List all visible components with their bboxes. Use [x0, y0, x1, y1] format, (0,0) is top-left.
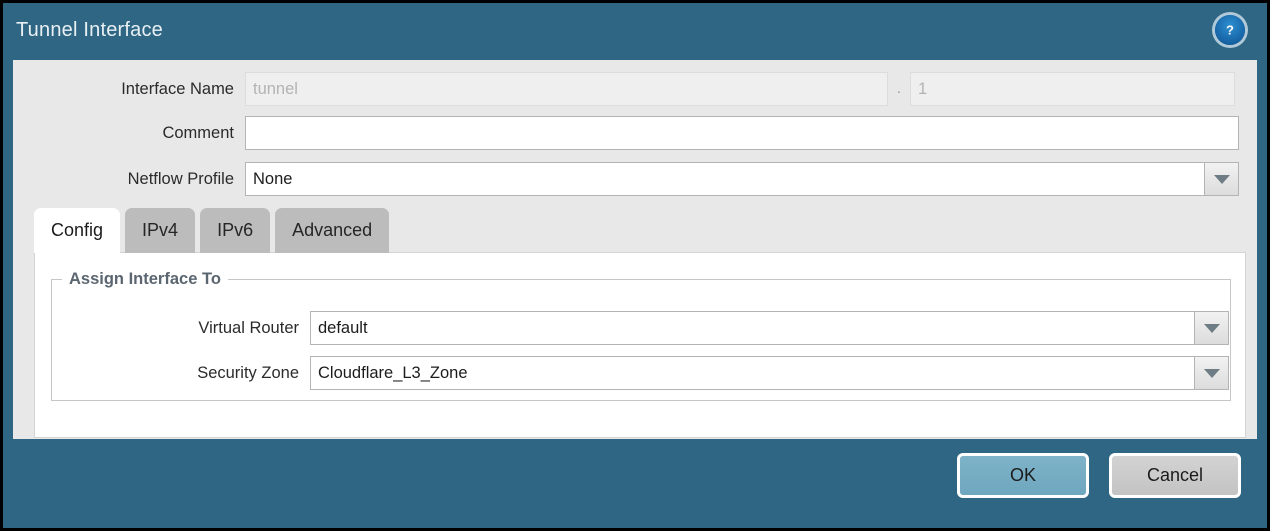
security-zone-dropdown-button[interactable] [1195, 356, 1229, 390]
virtual-router-dropdown-button[interactable] [1195, 311, 1229, 345]
interface-name-label: Interface Name [121, 79, 234, 98]
netflow-profile-row: Netflow Profile None [13, 162, 1257, 196]
tab-ipv4[interactable]: IPv4 [125, 208, 196, 253]
security-zone-input[interactable]: Cloudflare_L3_Zone [310, 356, 1195, 390]
security-zone-row: Security Zone Cloudflare_L3_Zone [52, 356, 1230, 390]
netflow-profile-input[interactable]: None [245, 162, 1205, 196]
interface-name-prefix-input[interactable]: tunnel [245, 72, 888, 106]
assign-interface-to-legend: Assign Interface To [69, 270, 221, 288]
comment-label: Comment [162, 123, 234, 142]
config-tab-panel: Assign Interface To Virtual Router defau… [34, 252, 1246, 438]
interface-name-suffix-input[interactable]: 1 [910, 72, 1235, 106]
dialog-title: Tunnel Interface [16, 18, 163, 41]
interface-name-row: Interface Name tunnel . 1 [13, 72, 1257, 106]
tab-ipv6[interactable]: IPv6 [200, 208, 271, 253]
interface-name-separator: . [896, 80, 902, 97]
assign-interface-to-fieldset: Assign Interface To Virtual Router defau… [51, 270, 1231, 401]
tunnel-interface-dialog: Tunnel Interface ? Interface Name tunnel… [0, 0, 1270, 531]
chevron-down-icon [1203, 323, 1220, 333]
help-circle-icon[interactable]: ? [1215, 15, 1245, 45]
tab-strip: Config IPv4 IPv6 Advanced [34, 208, 394, 253]
chevron-down-icon [1203, 368, 1220, 378]
netflow-profile-label: Netflow Profile [127, 169, 234, 188]
comment-row: Comment [13, 116, 1257, 150]
security-zone-label: Security Zone [197, 363, 299, 382]
virtual-router-input[interactable]: default [310, 311, 1195, 345]
tab-config[interactable]: Config [34, 208, 121, 253]
cancel-button[interactable]: Cancel [1109, 453, 1241, 498]
virtual-router-label: Virtual Router [198, 318, 299, 337]
comment-input[interactable] [245, 116, 1239, 150]
virtual-router-row: Virtual Router default [52, 311, 1230, 345]
tab-advanced[interactable]: Advanced [275, 208, 390, 253]
netflow-profile-dropdown-button[interactable] [1205, 162, 1239, 196]
ok-button[interactable]: OK [957, 453, 1089, 498]
dialog-titlebar: Tunnel Interface ? [3, 3, 1267, 57]
dialog-content-panel: Interface Name tunnel . 1 Comment Netflo… [13, 60, 1257, 439]
svg-text:?: ? [1226, 23, 1234, 38]
chevron-down-icon [1213, 174, 1230, 184]
dialog-footer: OK Cancel [3, 439, 1267, 528]
